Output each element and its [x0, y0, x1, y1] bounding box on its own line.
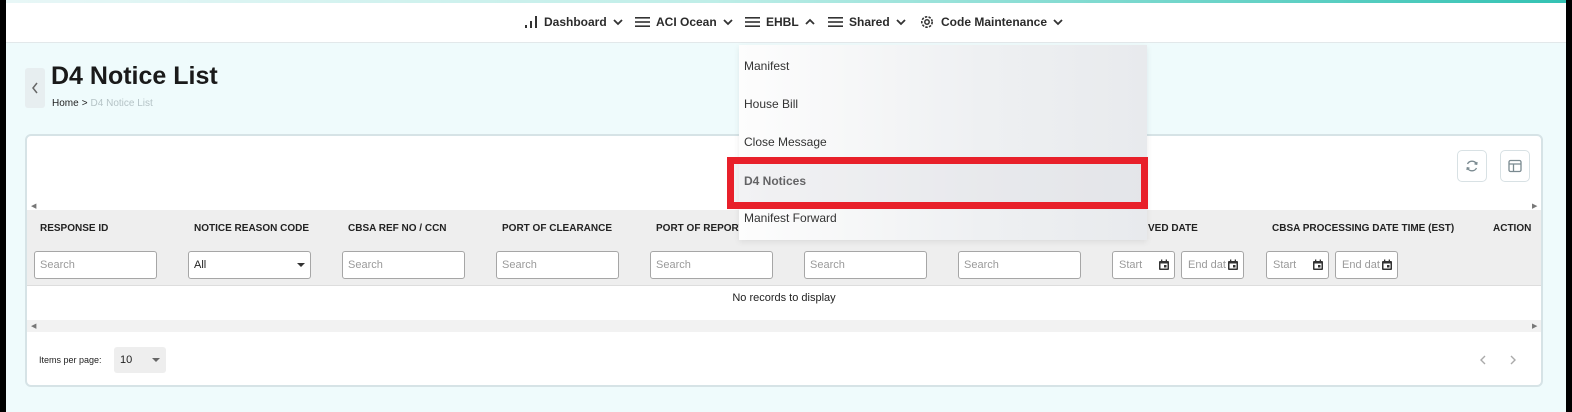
gear-icon [921, 16, 933, 28]
horizontal-scrollbar[interactable]: ◀ ▶ [27, 320, 1541, 332]
chevron-down-icon [1053, 19, 1063, 26]
column6-search-input[interactable] [804, 251, 927, 279]
breadcrumb-home[interactable]: Home [52, 98, 79, 109]
table-filter-row: All Start End date Start End date [27, 246, 1541, 286]
scroll-left-icon[interactable]: ◀ [31, 322, 36, 330]
refresh-button[interactable] [1457, 150, 1487, 182]
refresh-icon [1466, 160, 1478, 172]
breadcrumb: Home > D4 Notice List [52, 98, 153, 109]
hamburger-icon [745, 17, 760, 27]
column-header[interactable]: ACTION [1493, 210, 1531, 246]
bar-chart-icon [525, 16, 537, 28]
paginator: Items per page: 10 [27, 336, 1541, 385]
column-header[interactable]: NOTICE REASON CODE [194, 210, 309, 246]
chevron-right-icon [1510, 355, 1516, 365]
chevron-up-icon [805, 18, 815, 25]
column-header[interactable]: CBSA REF NO / CCN [348, 210, 447, 246]
column-header[interactable]: PORT OF REPORT [656, 210, 745, 246]
column-header[interactable]: CBSA PROCESSING DATE TIME (EST) [1272, 210, 1454, 246]
date-start-placeholder: Start [1119, 259, 1143, 271]
chevron-down-icon [613, 19, 623, 26]
menu-item-close-message[interactable]: Close Message [744, 135, 827, 149]
hamburger-icon [828, 17, 843, 27]
column-header[interactable]: PORT OF CLEARANCE [502, 210, 612, 246]
date-end-placeholder: End date [1188, 259, 1226, 271]
calendar-icon[interactable] [1227, 259, 1239, 271]
nav-dashboard[interactable]: Dashboard [524, 3, 623, 41]
nav-code-maintenance[interactable]: Code Maintenance [919, 3, 1063, 41]
chevron-down-icon [896, 19, 906, 26]
nav-dashboard-label: Dashboard [544, 15, 607, 29]
processing-date-start-field[interactable]: Start [1266, 251, 1329, 279]
cbsa-ref-search-input[interactable] [342, 251, 465, 279]
chevron-left-icon [32, 82, 38, 94]
calendar-icon[interactable] [1312, 259, 1324, 271]
breadcrumb-current: D4 Notice List [90, 98, 153, 109]
scroll-right-icon[interactable]: ▶ [1532, 202, 1537, 210]
page-title: D4 Notice List [51, 62, 218, 90]
ehbl-dropdown-menu: Manifest House Bill Close Message D4 Not… [739, 45, 1147, 240]
port-report-search-input[interactable] [650, 251, 773, 279]
received-date-start-field[interactable]: Start [1112, 251, 1175, 279]
caret-down-icon [297, 263, 305, 267]
top-navigation: Dashboard ACI Ocean EHBL Shared Code Mai… [6, 3, 1566, 43]
previous-page-button[interactable] [1475, 351, 1491, 369]
items-per-page-select[interactable]: 10 [114, 347, 166, 373]
received-date-end-field[interactable]: End date [1181, 251, 1244, 279]
date-end-placeholder: End date [1342, 259, 1380, 271]
menu-item-d4-notices[interactable]: D4 Notices [744, 174, 806, 188]
processing-date-end-field[interactable]: End date [1335, 251, 1398, 279]
nav-shared-label: Shared [849, 15, 890, 29]
items-per-page-value: 10 [120, 354, 133, 366]
chevron-down-icon [723, 19, 733, 26]
caret-down-icon [152, 358, 160, 362]
back-button[interactable] [25, 68, 45, 108]
calendar-icon[interactable] [1381, 259, 1393, 271]
chevron-left-icon [1480, 355, 1486, 365]
menu-item-manifest-forward[interactable]: Manifest Forward [744, 211, 837, 225]
scroll-right-icon[interactable]: ▶ [1532, 322, 1537, 330]
items-per-page-label: Items per page: [39, 355, 102, 365]
menu-item-manifest[interactable]: Manifest [744, 59, 789, 73]
date-start-placeholder: Start [1273, 259, 1297, 271]
scroll-left-icon[interactable]: ◀ [31, 202, 36, 210]
breadcrumb-separator: > [81, 98, 88, 109]
port-clearance-search-input[interactable] [496, 251, 619, 279]
notice-reason-select[interactable]: All [188, 251, 311, 279]
column7-search-input[interactable] [958, 251, 1081, 279]
nav-ehbl-label: EHBL [766, 15, 799, 29]
response-id-search-input[interactable] [34, 251, 157, 279]
column-header[interactable]: RESPONSE ID [40, 210, 108, 246]
nav-code-maintenance-label: Code Maintenance [941, 15, 1048, 29]
menu-item-house-bill[interactable]: House Bill [744, 97, 798, 111]
hamburger-icon [635, 17, 650, 27]
calendar-icon[interactable] [1158, 259, 1170, 271]
empty-table-message: No records to display [732, 292, 836, 304]
app-window: Dashboard ACI Ocean EHBL Shared Code Mai… [6, 0, 1566, 412]
nav-shared[interactable]: Shared [828, 3, 906, 41]
table-layout-icon [1508, 159, 1522, 173]
nav-aci-ocean-label: ACI Ocean [656, 15, 717, 29]
nav-aci-ocean[interactable]: ACI Ocean [635, 3, 733, 41]
column-header[interactable]: VED DATE [1148, 210, 1198, 246]
next-page-button[interactable] [1505, 351, 1521, 369]
notice-reason-select-value: All [194, 259, 207, 271]
column-layout-button[interactable] [1500, 150, 1530, 182]
nav-ehbl[interactable]: EHBL [745, 3, 815, 41]
